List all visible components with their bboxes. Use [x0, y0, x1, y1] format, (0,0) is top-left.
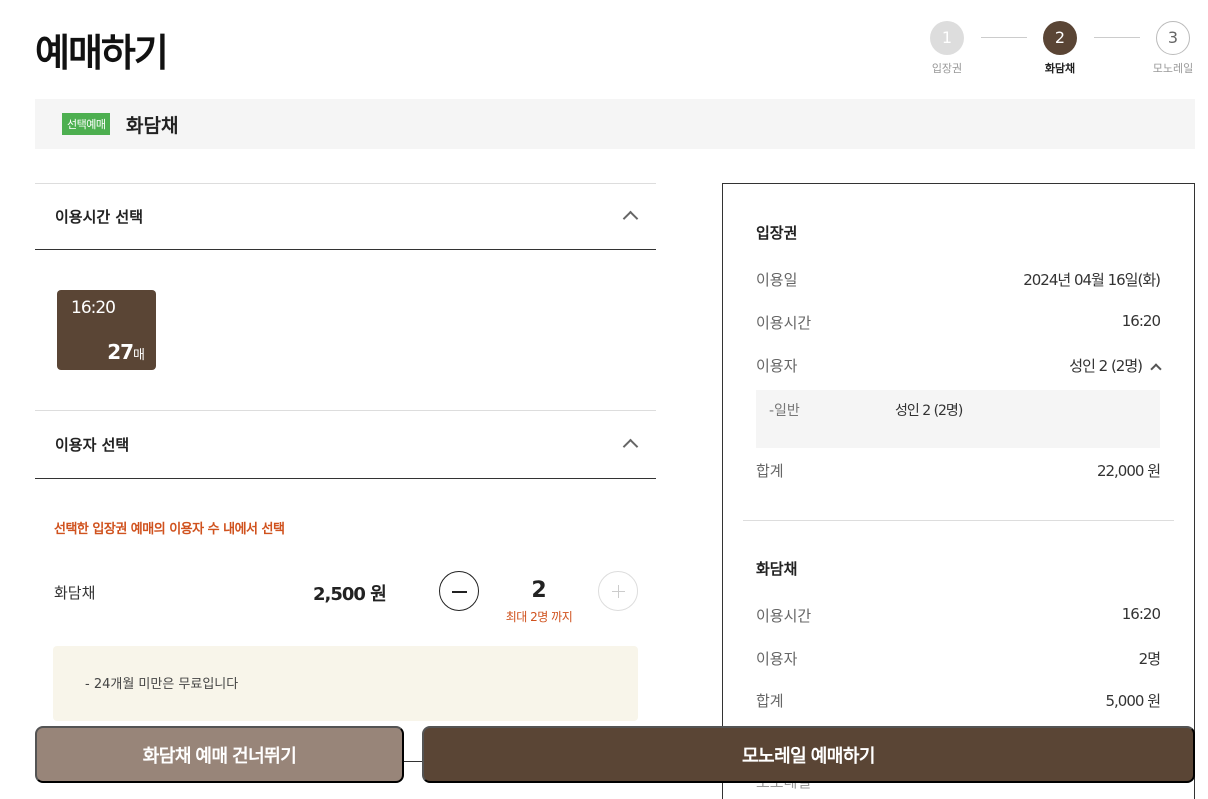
- step-2-number: 2: [1043, 21, 1077, 55]
- item-price: 2,500 원: [313, 584, 387, 605]
- time-slot-card[interactable]: 16:20 27매: [57, 290, 156, 370]
- book-monorail-button[interactable]: 모노레일 예매하기: [422, 726, 1195, 783]
- summary-row: 이용시간 16:20: [756, 605, 1161, 625]
- summary-row-total: 합계 5,000 원: [756, 692, 1161, 710]
- summary-hwadamchae-title: 화담채: [756, 560, 798, 578]
- summary-row: 이용일 2024년 04월 16일(화): [756, 271, 1161, 289]
- time-section-header[interactable]: 이용시간 선택: [35, 183, 656, 250]
- selected-product-bar: 선택예매 화담채: [35, 99, 1195, 149]
- summary-ticket-title: 입장권: [756, 224, 798, 242]
- chevron-up-icon[interactable]: [622, 438, 639, 454]
- item-name: 화담채: [54, 584, 96, 602]
- divider: [404, 761, 424, 762]
- step-3: 3 모노레일: [1143, 21, 1203, 76]
- skip-booking-button[interactable]: 화담채 예매 건너뛰기: [35, 726, 404, 783]
- summary-row-total: 합계 22,000 원: [756, 462, 1161, 480]
- selected-product-name: 화담채: [126, 115, 179, 137]
- booking-stepper: 1 입장권 2 화담채 3 모노레일: [925, 21, 1203, 81]
- user-section-title: 이용자 선택: [55, 436, 130, 454]
- step-connector: [1094, 37, 1140, 38]
- user-limit-notice: 선택한 입장권 예매의 이용자 수 내에서 선택: [54, 522, 285, 537]
- step-3-label: 모노레일: [1152, 62, 1194, 75]
- step-1: 1 입장권: [917, 21, 977, 76]
- chevron-up-icon[interactable]: [1150, 363, 1162, 375]
- summary-divider: [743, 520, 1174, 521]
- time-slot-time: 16:20: [71, 298, 116, 318]
- user-section-header[interactable]: 이용자 선택: [35, 410, 656, 479]
- info-text: - 24개월 미만은 무료입니다: [85, 677, 239, 692]
- chevron-up-icon[interactable]: [622, 210, 639, 226]
- step-2: 2 화담채: [1030, 21, 1090, 76]
- quantity-max-note: 최대 2명 까지: [505, 610, 573, 624]
- order-summary-panel: 입장권 이용일 2024년 04월 16일(화) 이용시간 16:20 이용자 성인 …: [722, 183, 1195, 799]
- info-box: - 24개월 미만은 무료입니다: [53, 646, 638, 721]
- step-2-label: 화담채: [1044, 62, 1076, 75]
- time-slot-count: 27매: [107, 340, 145, 364]
- time-section-title: 이용시간 선택: [55, 208, 144, 226]
- summary-user-breakdown: -일반 성인 2 (2명): [756, 390, 1160, 448]
- page-title: 예매하기: [35, 31, 169, 75]
- summary-row: 이용시간 16:20: [756, 312, 1161, 332]
- decrease-quantity-button[interactable]: [439, 571, 479, 611]
- quantity-value: 2: [531, 578, 547, 603]
- summary-row-users[interactable]: 이용자 성인 2 (2명): [756, 355, 1162, 376]
- step-1-number: 1: [930, 21, 964, 55]
- step-1-label: 입장권: [931, 62, 963, 75]
- step-3-number: 3: [1156, 21, 1190, 55]
- summary-row: 이용자 2명: [756, 650, 1161, 668]
- selection-badge: 선택예매: [62, 113, 111, 135]
- increase-quantity-button[interactable]: [598, 571, 638, 611]
- step-connector: [981, 37, 1027, 38]
